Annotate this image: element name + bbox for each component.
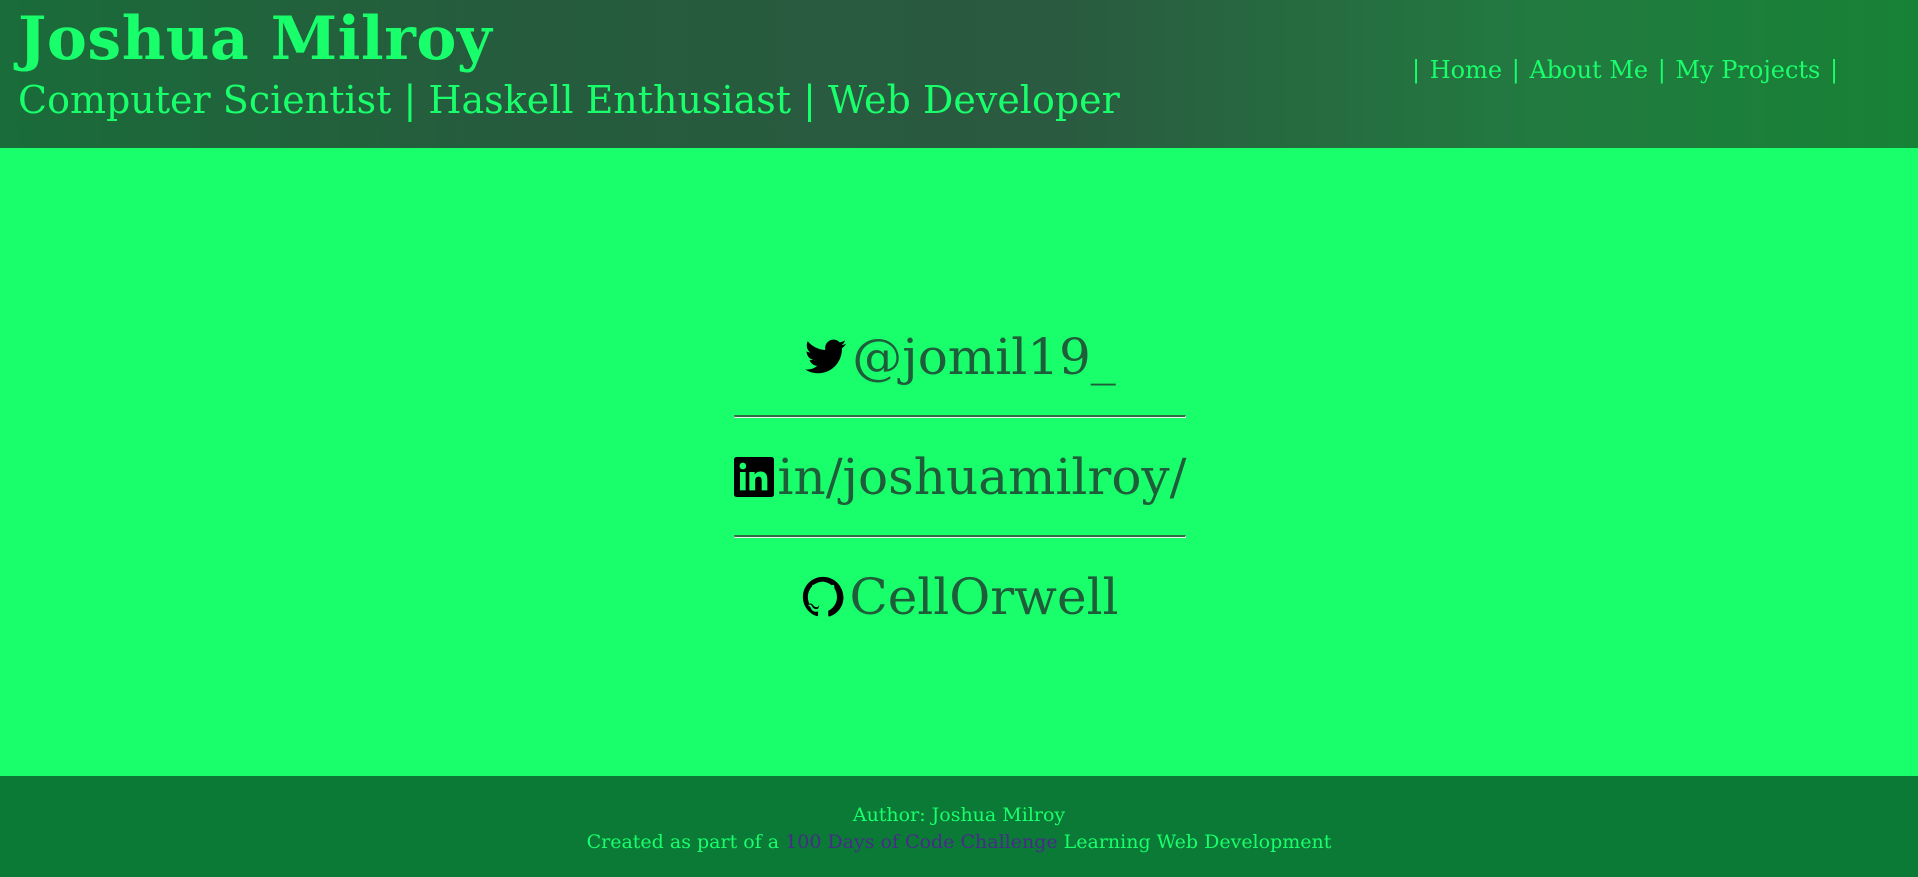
linkedin-icon [733, 455, 774, 499]
nav-separator: | [1830, 56, 1839, 84]
social-links: @jomil19_ in/joshuamilroy/ CellOrwell [733, 298, 1187, 655]
nav-link-home[interactable]: Home [1430, 56, 1502, 84]
challenge-link[interactable]: 100 Days of Code Challenge [785, 831, 1057, 853]
nav-link-about-me[interactable]: About Me [1529, 56, 1648, 84]
footer-author: Author: Joshua Milroy [852, 804, 1066, 826]
footer-credits-prefix: Created as part of a [586, 831, 780, 853]
site-title: Joshua Milroy [18, 4, 493, 74]
twitter-icon [804, 335, 848, 379]
twitter-link[interactable]: @jomil19_ [734, 298, 1186, 415]
github-link[interactable]: CellOrwell [734, 538, 1186, 655]
site-header: Joshua Milroy Computer Scientist | Haske… [0, 0, 1918, 148]
nav-link-my-projects[interactable]: My Projects [1675, 56, 1820, 84]
footer-credits: Created as part of a 100 Days of Code Ch… [0, 831, 1918, 853]
footer-credits-suffix: Learning Web Development [1063, 831, 1332, 853]
main-content: @jomil19_ in/joshuamilroy/ CellOrwell [0, 148, 1918, 776]
nav-separator: | [1657, 56, 1666, 84]
github-icon [801, 575, 845, 619]
site-footer: Author: Joshua Milroy Created as part of… [0, 776, 1918, 877]
nav-separator: | [1511, 56, 1520, 84]
linkedin-link[interactable]: in/joshuamilroy/ [733, 418, 1187, 535]
twitter-handle: @jomil19_ [852, 327, 1116, 386]
github-handle: CellOrwell [849, 567, 1119, 626]
nav-separator: | [1412, 56, 1421, 84]
linkedin-handle: in/joshuamilroy/ [777, 447, 1187, 506]
site-tagline: Computer Scientist | Haskell Enthusiast … [18, 78, 1120, 122]
main-nav: | Home | About Me | My Projects | [1410, 56, 1840, 84]
